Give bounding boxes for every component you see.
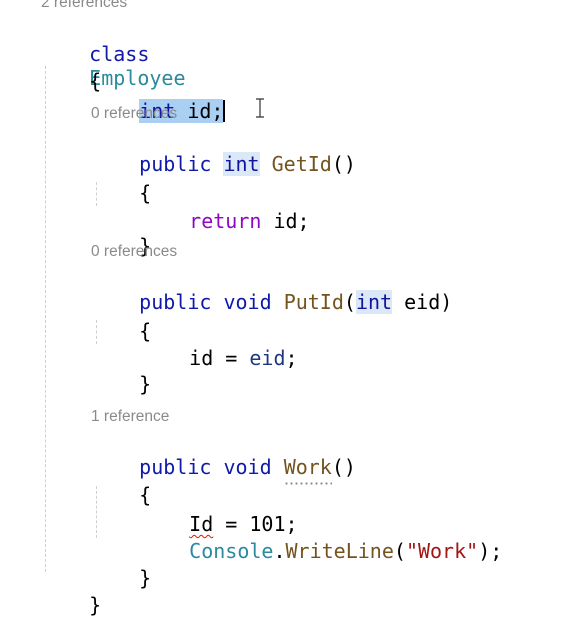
codelens-putid-references[interactable]: 0 references	[91, 243, 177, 261]
method-name-putid: PutId	[283, 290, 344, 314]
code-line-getid-decl[interactable]: public int GetId()	[91, 128, 356, 176]
identifier-eid: eid	[249, 346, 286, 370]
code-line-return-id[interactable]: return id;	[141, 185, 309, 233]
string-literal-work: "Work"	[405, 539, 479, 563]
code-line-getid-open-brace[interactable]: {	[91, 157, 151, 205]
dot: .	[273, 539, 286, 563]
codelens-class-references[interactable]: 2 references	[41, 0, 127, 12]
close-brace: }	[139, 566, 152, 590]
codelens-work-references[interactable]: 1 reference	[91, 408, 169, 426]
code-line-assign-id[interactable]: id = eid;	[141, 322, 297, 370]
semicolon: ;	[285, 346, 298, 370]
code-line-field-id[interactable]: int id;	[91, 75, 225, 123]
method-writeline: WriteLine	[285, 539, 394, 563]
code-line-console-writeline[interactable]: Console.WriteLine("Work");	[141, 515, 502, 563]
paren-open: (	[393, 539, 406, 563]
type-console: Console	[189, 539, 274, 563]
code-line-class-close-brace[interactable]: }	[41, 569, 101, 617]
paren-open: (	[343, 290, 356, 314]
param-eid: eid)	[392, 290, 453, 314]
parens: ()	[331, 152, 356, 176]
close-brace: }	[139, 372, 152, 396]
code-line-class-decl[interactable]: class Employee	[41, 18, 185, 90]
code-line-putid-decl[interactable]: public void PutId(int eid)	[91, 266, 452, 314]
keyword-return: return	[189, 209, 262, 233]
keyword-void: void	[223, 290, 272, 314]
close-brace: }	[89, 593, 102, 617]
keyword-int-highlighted: int	[355, 290, 393, 314]
field-id-selected: id;	[175, 99, 224, 123]
codelens-getid-references[interactable]: 0 references	[91, 105, 177, 123]
code-line-class-open-brace[interactable]: {	[41, 45, 101, 93]
method-name-getid: GetId	[271, 152, 332, 176]
code-line-work-open-brace[interactable]: {	[91, 459, 151, 507]
code-line-id-assign-101[interactable]: Id = 101;	[141, 488, 297, 536]
code-line-putid-open-brace[interactable]: {	[91, 295, 151, 343]
code-line-work-close-brace[interactable]: }	[91, 542, 151, 590]
call-end: );	[478, 539, 503, 563]
code-editor[interactable]: 2 references class Employee { int id; 0 …	[0, 0, 583, 617]
code-line-work-decl[interactable]: public void Work()	[91, 431, 356, 479]
keyword-int-highlighted: int	[223, 152, 260, 176]
identifier-id: id	[189, 346, 214, 370]
code-line-getid-close-brace[interactable]: }	[91, 210, 151, 258]
method-name-work: Work	[283, 455, 332, 479]
parens: ()	[331, 455, 356, 479]
keyword-void: void	[223, 455, 272, 479]
return-expression: id;	[261, 209, 310, 233]
code-line-putid-close-brace[interactable]: }	[91, 348, 151, 396]
indent-guide	[45, 66, 46, 572]
text-caret	[223, 100, 225, 122]
ibeam-cursor-icon	[256, 98, 264, 118]
assign-operator: =	[213, 346, 250, 370]
